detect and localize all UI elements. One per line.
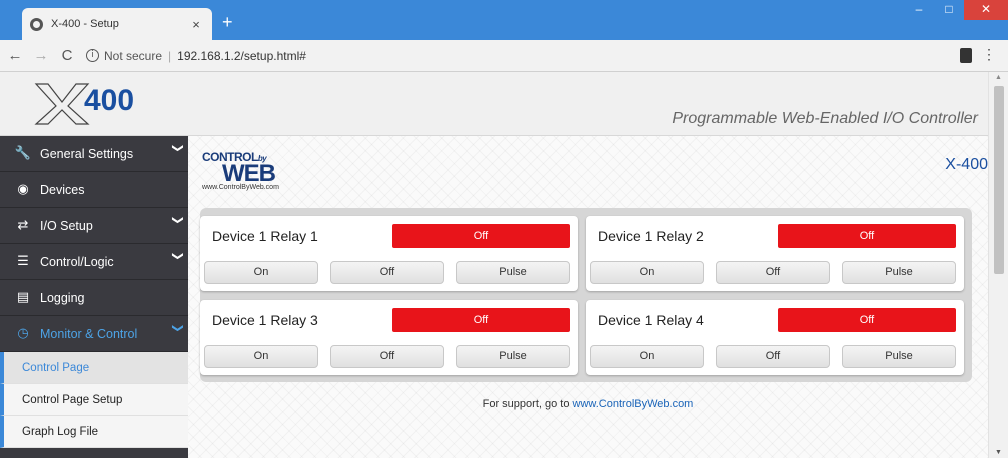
maximize-button[interactable]: □: [934, 0, 964, 20]
wrench-icon: 🔧: [14, 146, 32, 161]
sidebar-subitem-control-page[interactable]: Control Page: [0, 352, 188, 384]
relay-on-button[interactable]: On: [590, 345, 704, 368]
chevron-down-icon: ❯: [171, 323, 185, 333]
relay-state-indicator: Off: [392, 308, 570, 332]
relay-pulse-button[interactable]: Pulse: [842, 261, 956, 284]
x400-logo: 400: [34, 83, 134, 125]
sidebar-item-io-setup[interactable]: ⇄ I/O Setup ❯: [0, 208, 188, 244]
tab-close-button[interactable]: ×: [188, 17, 204, 32]
omnibox[interactable]: i Not secure | 192.168.1.2/setup.html#: [86, 49, 306, 63]
bar-chart-icon: ▤: [16, 290, 30, 305]
relay-off-button[interactable]: Off: [330, 261, 444, 284]
relay-on-button[interactable]: On: [590, 261, 704, 284]
sidebar: 🔧 General Settings ❯ ◉ Devices ⇄ I/O Set…: [0, 136, 188, 458]
support-text: For support, go to: [482, 398, 573, 410]
page-header: 400 Programmable Web-Enabled I/O Control…: [0, 72, 988, 136]
relay-off-button[interactable]: Off: [330, 345, 444, 368]
address-bar: ← → C i Not secure | 192.168.1.2/setup.h…: [0, 40, 1008, 72]
support-link[interactable]: www.ControlByWeb.com: [573, 398, 694, 410]
window-controls: – □ ✕: [904, 0, 1008, 22]
gauge-icon: ◷: [17, 326, 29, 341]
sidebar-item-label: I/O Setup: [40, 218, 93, 233]
page-tagline: Programmable Web-Enabled I/O Controller: [672, 110, 978, 127]
sidebar-item-label: Logging: [40, 290, 85, 305]
page: 400 Programmable Web-Enabled I/O Control…: [0, 72, 1008, 458]
relay-state-indicator: Off: [778, 308, 956, 332]
relay-name: Device 1 Relay 4: [598, 312, 704, 328]
relay-state-indicator: Off: [392, 224, 570, 248]
relay-card-4: Device 1 Relay 4 Off On Off Pulse: [586, 300, 964, 375]
globe-icon: ◉: [17, 182, 29, 197]
back-arrow-icon[interactable]: ←: [4, 47, 26, 64]
controlbyweb-logo: CONTROLby WEB www.ControlByWeb.com: [200, 148, 312, 194]
info-icon[interactable]: i: [86, 49, 99, 62]
brand-url-text: www.ControlByWeb.com: [202, 184, 279, 191]
relay-off-button[interactable]: Off: [716, 345, 830, 368]
browser-tab[interactable]: X-400 - Setup ×: [22, 8, 212, 40]
server-icon: ☰: [17, 254, 29, 269]
sidebar-subitem-graph-log-file[interactable]: Graph Log File: [0, 416, 188, 448]
main-content: CONTROLby WEB www.ControlByWeb.com X-400…: [188, 136, 988, 458]
relay-off-button[interactable]: Off: [716, 261, 830, 284]
sidebar-item-general-settings[interactable]: 🔧 General Settings ❯: [0, 136, 188, 172]
relay-card-3: Device 1 Relay 3 Off On Off Pulse: [200, 300, 578, 375]
relay-name: Device 1 Relay 3: [212, 312, 318, 328]
reload-icon[interactable]: C: [56, 47, 78, 64]
minimize-button[interactable]: –: [904, 0, 934, 20]
chevron-down-icon: ❯: [171, 143, 185, 153]
sidebar-item-label: Devices: [40, 182, 85, 197]
relay-name: Device 1 Relay 1: [212, 228, 318, 244]
chevron-down-icon: ❯: [171, 251, 185, 261]
relay-state-indicator: Off: [778, 224, 956, 248]
close-window-button[interactable]: ✕: [964, 0, 1008, 20]
relay-card-1: Device 1 Relay 1 Off On Off Pulse: [200, 216, 578, 291]
clipboard-icon[interactable]: [960, 48, 972, 63]
security-label: Not secure: [104, 48, 163, 63]
sidebar-item-label: Monitor & Control: [40, 326, 138, 341]
relay-pulse-button[interactable]: Pulse: [456, 345, 570, 368]
forward-arrow-icon[interactable]: →: [30, 47, 52, 64]
sidebar-item-label: Control/Logic: [40, 254, 114, 269]
support-footer: For support, go to www.ControlByWeb.com: [188, 398, 988, 410]
relay-on-button[interactable]: On: [204, 261, 318, 284]
relay-pulse-button[interactable]: Pulse: [456, 261, 570, 284]
sidebar-item-monitor-control[interactable]: ◷ Monitor & Control ❯: [0, 316, 188, 352]
sidebar-item-devices[interactable]: ◉ Devices: [0, 172, 188, 208]
tab-title: X-400 - Setup: [51, 18, 119, 30]
sidebar-item-control-logic[interactable]: ☰ Control/Logic ❯: [0, 244, 188, 280]
url-text[interactable]: 192.168.1.2/setup.html#: [177, 49, 306, 63]
sidebar-subitem-control-page-setup[interactable]: Control Page Setup: [0, 384, 188, 416]
relay-on-button[interactable]: On: [204, 345, 318, 368]
menu-dots-icon[interactable]: ⋮: [982, 46, 996, 63]
page-scrollbar[interactable]: ▲ ▼: [988, 72, 1008, 458]
omnibox-separator: |: [168, 48, 172, 63]
arrows-icon: ⇄: [17, 218, 29, 233]
relay-pulse-button[interactable]: Pulse: [842, 345, 956, 368]
relay-panel: Device 1 Relay 1 Off On Off Pulse Device…: [200, 208, 972, 382]
relay-card-2: Device 1 Relay 2 Off On Off Pulse: [586, 216, 964, 291]
new-tab-button[interactable]: +: [222, 13, 233, 31]
relay-name: Device 1 Relay 2: [598, 228, 704, 244]
logo-text-400: 400: [84, 84, 134, 117]
sidebar-item-logging[interactable]: ▤ Logging: [0, 280, 188, 316]
sidebar-item-label: General Settings: [40, 146, 134, 161]
globe-favicon-icon: [30, 17, 43, 31]
browser-titlebar: X-400 - Setup × + – □ ✕: [0, 0, 1008, 40]
chevron-down-icon: ❯: [171, 215, 185, 225]
scrollbar-thumb[interactable]: [994, 86, 1004, 274]
scroll-up-icon[interactable]: ▲: [995, 74, 1002, 81]
scroll-down-icon[interactable]: ▼: [995, 449, 1002, 456]
model-title: X-400: [945, 156, 988, 173]
